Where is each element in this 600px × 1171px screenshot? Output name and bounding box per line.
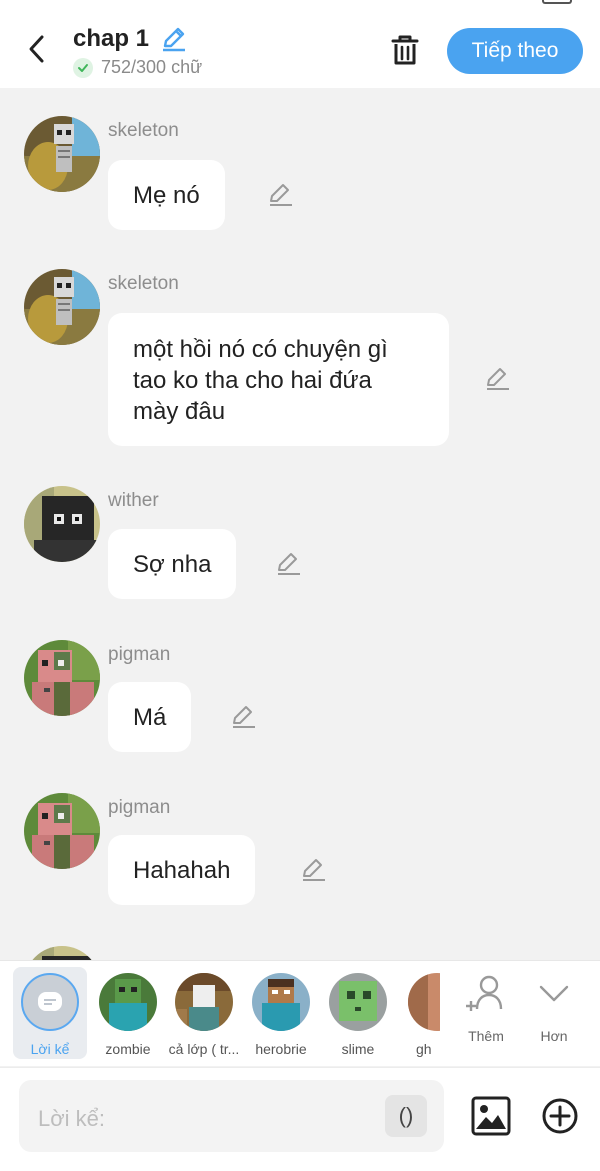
speaker-name: skeleton (108, 120, 179, 141)
partial-avatar (408, 973, 440, 1031)
character-label: slime (341, 1041, 375, 1057)
edit-message-button[interactable] (299, 855, 329, 885)
message-bubble[interactable]: một hồi nó có chuyện gì tao ko tha cho h… (108, 313, 449, 446)
chapter-title-block: chap 1 752/300 chữ (73, 24, 202, 78)
status-bar (0, 0, 600, 14)
story-editor-screen: chap 1 752/300 chữ Tiếp theo skeleton Mẹ… (0, 0, 600, 1171)
pigman-avatar[interactable] (24, 640, 100, 716)
message-text: Sợ nha (133, 550, 212, 578)
edit-message-button[interactable] (274, 549, 304, 579)
character-partial[interactable]: gh (398, 967, 440, 1059)
character-herobrine[interactable]: herobrie (244, 967, 318, 1059)
more-label: Hơn (540, 1028, 568, 1044)
image-icon (471, 1096, 511, 1136)
edit-message-button[interactable] (229, 702, 259, 732)
slime-avatar (329, 973, 387, 1031)
message-text: Má (133, 703, 167, 731)
word-count: 752/300 chữ (101, 57, 203, 77)
speaker-name: skeleton (108, 273, 179, 294)
narrator-avatar (21, 973, 79, 1031)
pencil-icon (233, 706, 255, 728)
plus-circle-icon (542, 1098, 578, 1134)
character-label: cả lớp ( tr... (168, 1041, 240, 1057)
character-narrator[interactable]: Lời kể (13, 967, 87, 1059)
character-label: herobrie (255, 1041, 307, 1057)
top-bar: chap 1 752/300 chữ Tiếp theo (0, 14, 600, 88)
chapter-title: chap 1 (73, 25, 150, 52)
pencil-icon (163, 27, 186, 52)
message-bubble[interactable]: Sợ nha (108, 529, 237, 599)
pencil-icon (270, 184, 292, 206)
pigman-avatar[interactable] (24, 793, 100, 869)
next-button[interactable]: Tiếp theo (447, 28, 583, 74)
parentheses-button[interactable]: () (385, 1095, 427, 1137)
message-text-line: một hồi nó có chuyện gì (133, 336, 388, 363)
insert-image-button[interactable] (470, 1095, 512, 1137)
battery-icon (542, 0, 572, 4)
class-avatar (175, 973, 233, 1031)
pencil-icon (278, 553, 300, 575)
check-icon (73, 57, 93, 78)
wither-avatar[interactable] (24, 486, 100, 562)
add-button[interactable] (541, 1097, 579, 1135)
message-list[interactable]: skeleton Mẹ nó skeleton một hồi nó có ch… (0, 88, 600, 960)
chevron-left-icon (29, 35, 44, 63)
word-count-row: 752/300 chữ (73, 57, 202, 78)
add-person-icon (466, 975, 503, 1011)
character-selector: Lời kể zombie cả lớp ( tr... herobrie sl… (0, 960, 600, 1066)
edit-message-button[interactable] (266, 180, 296, 210)
message-text: Mẹ nó (133, 181, 200, 209)
skeleton-avatar[interactable] (24, 269, 100, 345)
narration-input-placeholder: Lời kể: (38, 1106, 106, 1131)
herobrine-avatar (252, 973, 310, 1031)
character-slime[interactable]: slime (321, 967, 395, 1059)
input-bar: Lời kể: () (0, 1067, 600, 1171)
chevron-down-icon (539, 985, 569, 1002)
speaker-name: wither (108, 490, 159, 511)
add-character-label: Thêm (468, 1028, 504, 1044)
edit-title-button[interactable] (159, 24, 189, 54)
speaker-name: pigman (108, 644, 171, 665)
edit-message-button[interactable] (483, 364, 513, 394)
more-button[interactable]: Hơn (524, 973, 584, 1053)
speaker-name: pigman (108, 797, 171, 818)
message-bubble[interactable]: Má (108, 682, 192, 752)
wither-avatar[interactable] (24, 946, 100, 960)
character-zombie[interactable]: zombie (91, 967, 165, 1059)
pencil-icon (487, 368, 509, 390)
back-button[interactable] (22, 32, 52, 66)
skeleton-avatar[interactable] (24, 116, 100, 192)
message-text-line: tao ko tha cho hai đứa (133, 367, 372, 394)
character-label: gh (416, 1041, 432, 1057)
character-label: zombie (105, 1041, 151, 1057)
character-class[interactable]: cả lớp ( tr... (167, 967, 241, 1059)
message-bubble[interactable]: Hahahah (108, 835, 256, 905)
message-bubble[interactable]: Mẹ nó (108, 160, 225, 230)
character-label: Lời kể (30, 1041, 70, 1057)
trash-icon (391, 35, 419, 65)
zombie-avatar (99, 973, 157, 1031)
add-character-button[interactable]: Thêm (456, 973, 516, 1053)
message-text: Hahahah (133, 856, 231, 884)
pencil-icon (303, 859, 325, 881)
message-icon (38, 992, 62, 1011)
delete-button[interactable] (388, 32, 422, 68)
message-text-line: mày đâu (133, 398, 226, 425)
